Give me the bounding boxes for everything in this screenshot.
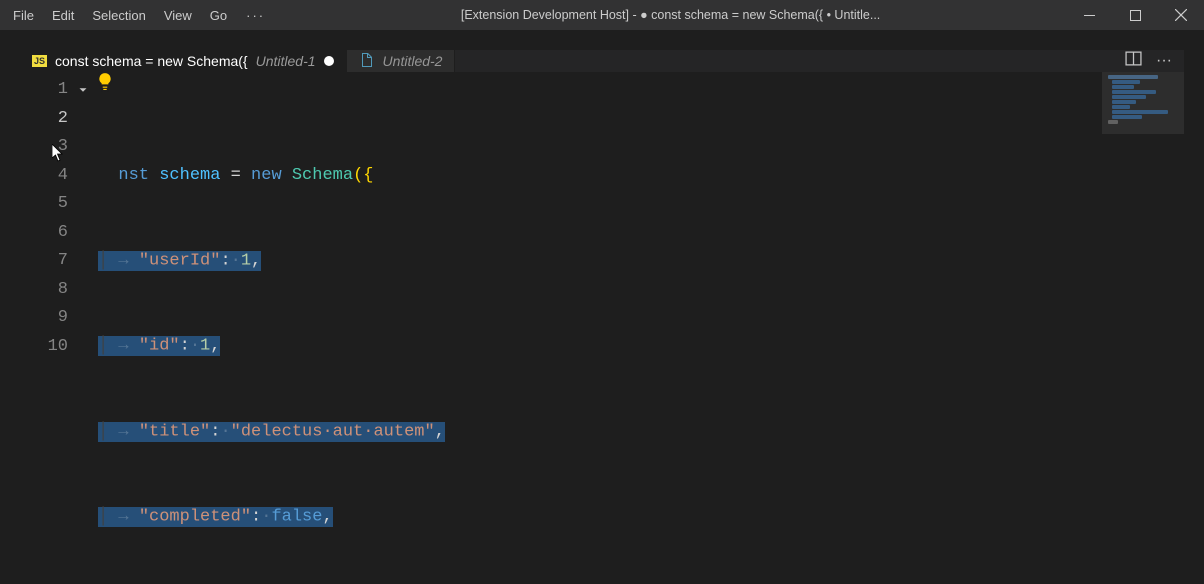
menu-go[interactable]: Go bbox=[201, 4, 236, 27]
line-number: 10 bbox=[20, 333, 98, 362]
line-number: 8 bbox=[20, 276, 98, 305]
window-controls bbox=[1066, 0, 1204, 30]
tab-secondary-label: Untitled-1 bbox=[256, 53, 316, 69]
tabs-bar: JS const schema = new Schema({ Untitled-… bbox=[20, 50, 1184, 72]
code-area[interactable]: nst schema = new Schema({ │ → "userId":·… bbox=[98, 72, 1102, 584]
menu-edit[interactable]: Edit bbox=[43, 4, 83, 27]
menu-view[interactable]: View bbox=[155, 4, 201, 27]
line-number: 9 bbox=[20, 304, 98, 333]
lightbulb-icon[interactable] bbox=[96, 72, 116, 92]
more-actions-icon[interactable]: ··· bbox=[1156, 52, 1172, 70]
menu-selection[interactable]: Selection bbox=[83, 4, 154, 27]
tab-untitled-1[interactable]: JS const schema = new Schema({ Untitled-… bbox=[20, 50, 347, 72]
code-line: │ → "completed":·false, bbox=[98, 504, 1102, 533]
menu-file[interactable]: File bbox=[4, 4, 43, 27]
tab-label: const schema = new Schema({ bbox=[55, 53, 248, 69]
line-number: 2 bbox=[20, 105, 98, 134]
menu-more[interactable]: ··· bbox=[236, 4, 275, 27]
editor-container: JS const schema = new Schema({ Untitled-… bbox=[0, 30, 1204, 584]
menu-bar: File Edit Selection View Go ··· bbox=[0, 4, 275, 27]
title-bar: File Edit Selection View Go ··· [Extensi… bbox=[0, 0, 1204, 30]
code-line: nst schema = new Schema({ bbox=[98, 162, 1102, 191]
dirty-indicator-icon bbox=[324, 56, 334, 66]
minimap-viewport[interactable] bbox=[1102, 72, 1184, 134]
code-line: │ → "title":·"delectus·aut·autem", bbox=[98, 418, 1102, 447]
window-title: [Extension Development Host] - ● const s… bbox=[275, 8, 1066, 22]
line-number: 7 bbox=[20, 247, 98, 276]
javascript-icon: JS bbox=[32, 55, 47, 67]
tab-label: Untitled-2 bbox=[383, 53, 443, 69]
minimap[interactable] bbox=[1102, 72, 1184, 584]
mouse-cursor-icon bbox=[52, 144, 64, 174]
tab-untitled-2[interactable]: Untitled-2 bbox=[347, 50, 456, 72]
split-editor-icon[interactable] bbox=[1125, 50, 1142, 72]
file-icon bbox=[359, 52, 375, 71]
editor-body[interactable]: 1 2 3 4 5 6 7 8 9 10 nst schema = new Sc… bbox=[20, 72, 1184, 584]
code-line: │ → "userId":·1, bbox=[98, 247, 1102, 276]
code-line: │ → "id":·1, bbox=[98, 333, 1102, 362]
minimize-button[interactable] bbox=[1066, 0, 1112, 30]
line-number: 5 bbox=[20, 190, 98, 219]
maximize-button[interactable] bbox=[1112, 0, 1158, 30]
line-number: 6 bbox=[20, 219, 98, 248]
tab-actions: ··· bbox=[1113, 50, 1184, 72]
line-number: 1 bbox=[20, 76, 98, 105]
close-button[interactable] bbox=[1158, 0, 1204, 30]
